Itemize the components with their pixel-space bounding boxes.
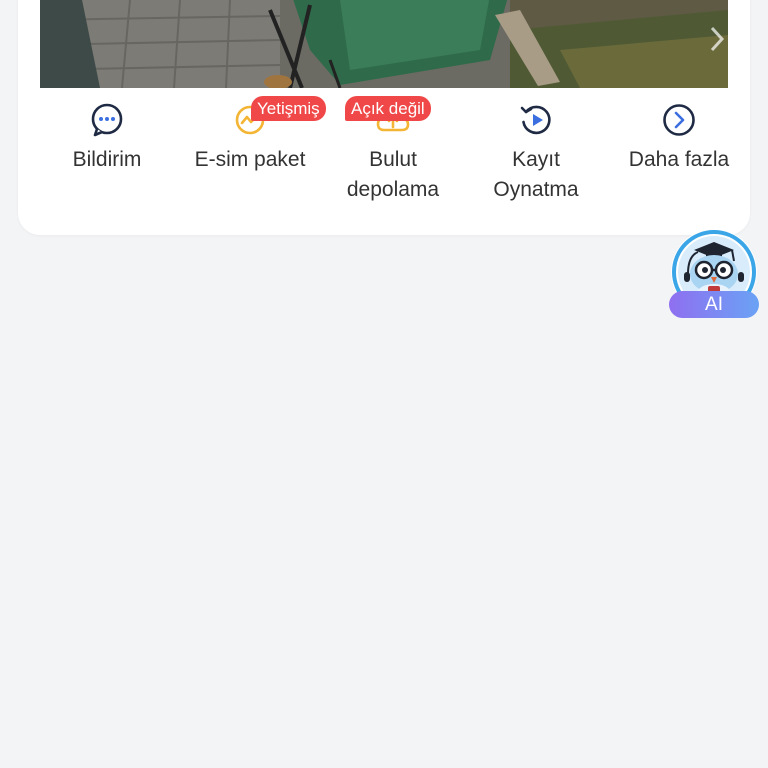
chat-bubble-icon [91, 103, 123, 137]
ai-label: AI [669, 291, 759, 318]
camera-live-preview[interactable] [40, 0, 728, 88]
action-label: Daha fazla [628, 148, 730, 171]
replay-icon [520, 105, 551, 135]
action-label: Bulut depolama [346, 148, 440, 201]
chevron-right-circle-icon [663, 104, 695, 136]
cloud-status-badge: Açık değil [345, 96, 431, 121]
action-label: E-sim paket [194, 148, 306, 171]
esim-status-badge: Yetişmiş [251, 96, 326, 121]
action-label: Bildirim [72, 148, 142, 171]
camera-preview-image [40, 0, 728, 88]
action-label: Kayıt Oynatma [493, 148, 579, 201]
